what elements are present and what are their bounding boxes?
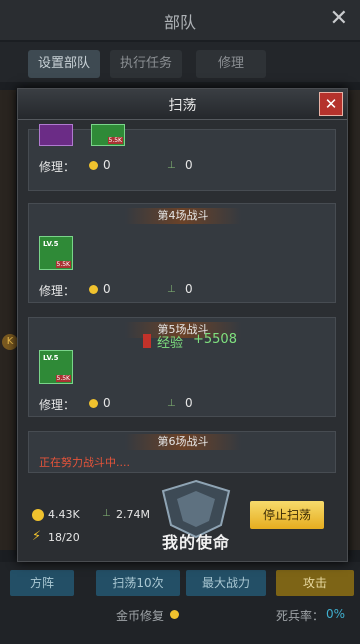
stop-sweep-button[interactable]: 停止扫荡: [250, 501, 324, 529]
total-coins: 4.43K: [48, 508, 80, 521]
battle-card: 第4场战斗 LV.5 5.5K 修理： 0 ⊥ 0: [28, 203, 336, 303]
exp-label: 经验: [157, 336, 184, 351]
coin-icon: [170, 610, 179, 619]
battle-card: 第6场战斗 正在努力战斗中....: [28, 431, 336, 473]
repair-leaf-value: 0: [185, 282, 193, 296]
leaf-icon: ⊥: [167, 398, 176, 409]
window-title-bar: 部队 ✕: [0, 0, 360, 40]
repair-label: 修理：: [39, 284, 76, 298]
close-icon[interactable]: ✕: [319, 92, 343, 116]
item-count: 5.5K: [55, 375, 71, 382]
reward-item-icon[interactable]: 5.5K: [91, 124, 125, 146]
coin-repair-label[interactable]: 金币修复: [116, 607, 164, 624]
item-count: 5.5K: [55, 261, 71, 268]
formation-button[interactable]: 方阵: [10, 570, 74, 596]
coin-icon: [89, 399, 98, 408]
repair-coin-value: 0: [103, 158, 111, 172]
window-close-icon[interactable]: ✕: [330, 6, 348, 31]
reward-item-icon[interactable]: [39, 124, 73, 146]
item-count: 5.5K: [107, 137, 123, 144]
battle-title: 第4场战斗: [125, 208, 241, 224]
casualty-label: 死兵率：: [276, 609, 325, 623]
repair-coin-value: 0: [103, 282, 111, 296]
repair-coin-value: 0: [103, 396, 111, 410]
coin-icon: [32, 509, 44, 521]
attack-button[interactable]: 攻击: [276, 570, 354, 596]
coin-icon: [89, 285, 98, 294]
window-title: 部队: [163, 13, 196, 32]
repair-label: 修理：: [39, 160, 76, 174]
casualty-value: 0%: [326, 607, 346, 621]
logo-text: 我的使命: [161, 533, 230, 552]
battle-card: 第5场战斗 经验 +5508 LV.5 5.5K 修理： 0 ⊥ 0: [28, 317, 336, 417]
repair-leaf-value: 0: [185, 158, 193, 172]
coin-icon: [89, 161, 98, 170]
energy-value: 18/20: [48, 531, 80, 544]
tab-bar: 设置部队 执行任务 修理: [0, 42, 360, 82]
max-power-button[interactable]: 最大战力: [186, 570, 266, 596]
reward-item-icon[interactable]: LV.5 5.5K: [39, 236, 73, 270]
leaf-icon: ⊥: [167, 284, 176, 295]
game-logo: 我的使命: [141, 479, 251, 552]
side-badge: K: [2, 334, 18, 350]
tab-repair[interactable]: 修理: [196, 50, 266, 78]
battle-title: 第6场战斗: [125, 434, 241, 450]
tab-execute-task[interactable]: 执行任务: [110, 50, 182, 78]
leaf-icon: ⊥: [102, 508, 111, 519]
sweep-10-button[interactable]: 扫荡10次: [96, 570, 180, 596]
tab-setup-troops[interactable]: 设置部队: [28, 50, 100, 78]
reward-item-icon[interactable]: LV.5 5.5K: [39, 350, 73, 384]
item-level: LV.5: [43, 354, 59, 362]
modal-header: 扫荡 ✕: [18, 89, 347, 120]
battle-card: 5.5K 修理： 0 ⊥ 0: [28, 124, 336, 191]
sweep-modal: 扫荡 ✕ 5.5K 修理： 0 ⊥ 0 第4场战斗 LV.5 5.5K 修理： …: [17, 88, 348, 562]
battle-status: 正在努力战斗中....: [39, 456, 130, 469]
exp-value: +5508: [193, 332, 237, 347]
repair-leaf-value: 0: [185, 396, 193, 410]
lightning-icon: ⚡: [32, 529, 42, 544]
item-level: LV.5: [43, 240, 59, 248]
leaf-icon: ⊥: [167, 160, 176, 171]
background-left-panel: [0, 90, 16, 550]
repair-label: 修理：: [39, 398, 76, 412]
exp-flag-icon: [143, 334, 151, 348]
modal-title: 扫荡: [168, 98, 197, 114]
